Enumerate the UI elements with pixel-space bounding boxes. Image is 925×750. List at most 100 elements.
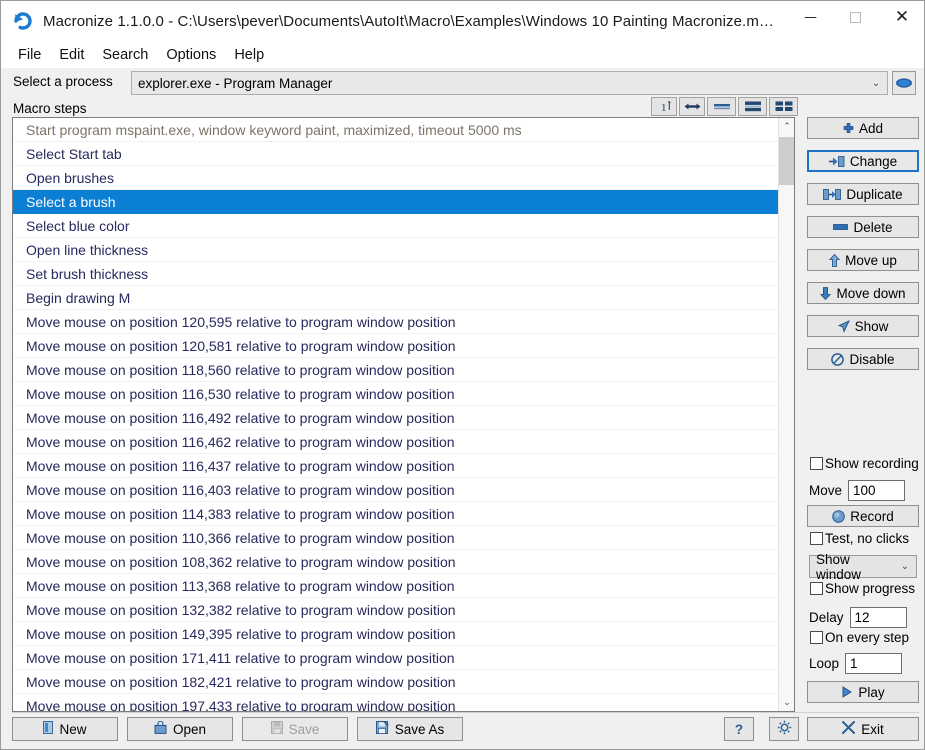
macro-step-row[interactable]: Move mouse on position 113,368 relative … [13,574,779,598]
macro-step-row[interactable]: Move mouse on position 116,530 relative … [13,382,779,406]
macro-step-row[interactable]: Select Start tab [13,142,779,166]
show-progress-checkbox[interactable] [810,582,823,595]
scrollbar-thumb[interactable] [779,137,794,185]
help-button[interactable]: ? [724,717,754,741]
menu-search[interactable]: Search [93,44,157,66]
save-as-button[interactable]: Save As [357,717,463,741]
show-window-combobox[interactable]: Show window ⌄ [809,552,917,582]
macro-step-row[interactable]: Move mouse on position 149,395 relative … [13,622,779,646]
arrow-down-icon [820,286,832,300]
minimize-button[interactable]: — [788,1,833,33]
record-button[interactable]: Record [807,505,919,527]
numbering-icon: 1 [661,101,671,113]
open-button-label: Open [172,721,207,737]
scroll-down-icon[interactable]: ⌄ [779,694,794,711]
macro-step-row[interactable]: Move mouse on position 182,421 relative … [13,670,779,694]
macro-step-row[interactable]: Move mouse on position 110,366 relative … [13,526,779,550]
delay-input[interactable]: 12 [849,607,907,628]
macro-step-row[interactable]: Move mouse on position 116,492 relative … [13,406,779,430]
play-button[interactable]: Play [807,681,919,703]
disable-button[interactable]: Disable [807,348,919,370]
macro-step-row[interactable]: Set brush thickness [13,262,779,286]
macro-step-row[interactable]: Start program mspaint.exe, window keywor… [13,118,779,142]
macro-step-row[interactable]: Move mouse on position 120,581 relative … [13,334,779,358]
duplicate-button-label: Duplicate [846,186,903,202]
close-button[interactable]: ✕ [878,1,924,33]
list-vertical-scrollbar[interactable]: ⌃ ⌄ [778,118,794,711]
delay-field-row: Delay 12 [809,607,907,628]
change-icon [828,155,845,167]
menu-options[interactable]: Options [157,44,225,66]
delay-label: Delay [809,610,844,625]
move-up-button[interactable]: Move up [807,249,919,271]
macro-steps-label: Macro steps [13,101,87,116]
move-down-button[interactable]: Move down [807,282,919,304]
macro-step-row[interactable]: Move mouse on position 116,403 relative … [13,478,779,502]
add-button-label: Add [858,120,884,136]
show-recording-label: Show recording [825,456,919,471]
show-button[interactable]: Show [807,315,919,337]
add-button[interactable]: Add [807,117,919,139]
maximize-button[interactable] [833,1,878,33]
settings-button[interactable] [769,717,799,741]
no-entry-icon [831,352,845,366]
view-grid-icon-button[interactable] [769,97,798,116]
delete-button-label: Delete [853,219,893,235]
loop-label: Loop [809,656,840,671]
menu-bar: File Edit Search Options Help [1,41,924,68]
macro-step-row[interactable]: Move mouse on position 108,362 relative … [13,550,779,574]
menu-file[interactable]: File [9,44,50,66]
numbering-icon-button[interactable]: 1 [651,97,677,116]
resize-horizontal-icon [684,103,700,110]
new-button[interactable]: New [12,717,118,741]
menu-help[interactable]: Help [225,44,273,66]
macro-step-row[interactable]: Move mouse on position 114,383 relative … [13,502,779,526]
scroll-up-icon[interactable]: ⌃ [779,118,794,135]
delete-button[interactable]: Delete [807,216,919,238]
loop-field-row: Loop 1 [809,653,903,674]
move-input[interactable]: 100 [848,480,906,501]
macro-step-row[interactable]: Move mouse on position 120,595 relative … [13,310,779,334]
title-bar: Macronize 1.1.0.0 - C:\Users\pever\Docum… [1,1,924,41]
duplicate-button[interactable]: Duplicate [807,183,919,205]
macro-step-row[interactable]: Open brushes [13,166,779,190]
record-circle-icon [832,509,846,523]
macro-step-row[interactable]: Select blue color [13,214,779,238]
show-recording-checkbox-row[interactable]: Show recording [810,456,919,471]
macro-step-row[interactable]: Move mouse on position 116,462 relative … [13,430,779,454]
on-every-step-checkbox-row[interactable]: On every step [810,630,909,645]
change-button[interactable]: Change [807,150,919,172]
macro-step-row[interactable]: Move mouse on position 116,437 relative … [13,454,779,478]
process-combobox[interactable]: explorer.exe - Program Manager ⌄ [131,71,888,95]
macro-steps-listbox[interactable]: Start program mspaint.exe, window keywor… [12,117,795,712]
macro-step-row[interactable]: Move mouse on position 132,382 relative … [13,598,779,622]
exit-button[interactable]: Exit [807,717,919,741]
on-every-step-checkbox[interactable] [810,631,823,644]
loop-input[interactable]: 1 [845,653,903,674]
menu-edit[interactable]: Edit [50,44,93,66]
macro-step-row[interactable]: Move mouse on position 171,411 relative … [13,646,779,670]
show-recording-checkbox[interactable] [810,457,823,470]
test-no-clicks-checkbox[interactable] [810,532,823,545]
on-every-step-label: On every step [825,630,910,645]
macro-step-row[interactable]: Move mouse on position 118,560 relative … [13,358,779,382]
test-no-clicks-checkbox-row[interactable]: Test, no clicks [810,531,909,546]
macro-step-row[interactable]: Move mouse on position 197,433 relative … [13,694,779,711]
view-single-line-icon-button[interactable] [707,97,736,116]
macro-step-row[interactable]: Open line thickness [13,238,779,262]
change-button-label: Change [849,153,898,169]
show-progress-checkbox-row[interactable]: Show progress [810,581,915,596]
open-button[interactable]: Open [127,717,233,741]
macro-step-row[interactable]: Select a brush [13,190,779,214]
window-title: Macronize 1.1.0.0 - C:\Users\pever\Docum… [43,12,775,30]
exit-button-label: Exit [861,721,884,737]
view-two-line-icon [744,101,761,112]
macro-step-row[interactable]: Begin drawing M [13,286,779,310]
resize-horizontal-icon-button[interactable] [679,97,705,116]
chevron-down-icon: ⌄ [871,77,881,89]
move-up-button-label: Move up [845,252,897,268]
eye-icon-button[interactable] [892,71,916,95]
view-single-line-icon [713,104,730,110]
view-two-line-icon-button[interactable] [738,97,767,116]
question-mark-icon: ? [734,721,744,737]
